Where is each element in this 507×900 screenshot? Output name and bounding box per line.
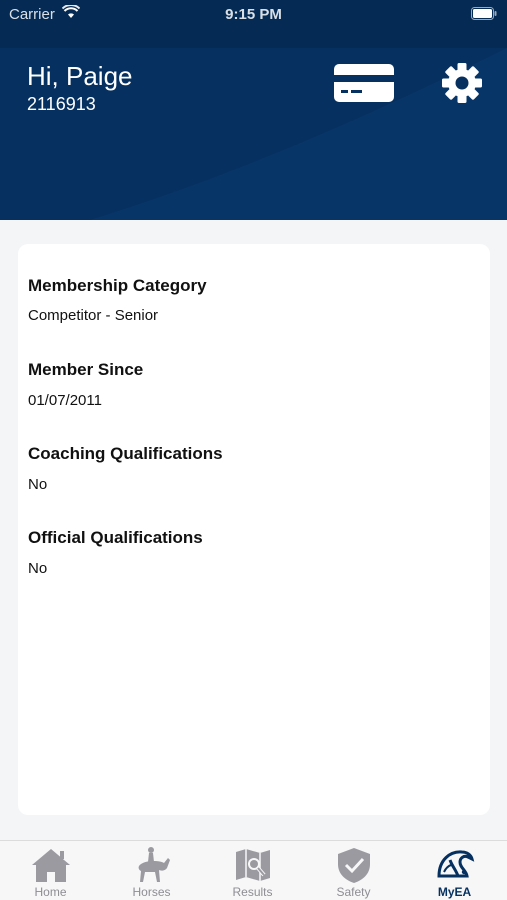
- tab-myea-label: MyEA: [437, 885, 472, 899]
- official-qualifications-value: No: [28, 560, 48, 577]
- tab-results[interactable]: Results: [202, 841, 303, 900]
- greeting: Hi, Paige: [27, 61, 133, 91]
- member-id: 2116913: [27, 94, 96, 114]
- coaching-qualifications-label: Coaching Qualifications: [28, 444, 223, 463]
- membership-card-button[interactable]: [333, 62, 395, 104]
- official-qualifications-label: Official Qualifications: [28, 528, 203, 547]
- myea-logo-icon: [437, 850, 475, 878]
- status-time: 9:15 PM: [225, 6, 282, 23]
- tab-bar: Home Horses Results Safety MyEA: [0, 840, 507, 900]
- gear-icon: [442, 63, 482, 103]
- tab-home-label: Home: [34, 885, 67, 899]
- tab-myea[interactable]: MyEA: [404, 841, 505, 900]
- tab-home[interactable]: Home: [0, 841, 101, 900]
- member-since-label: Member Since: [28, 360, 144, 379]
- membership-category-value: Competitor - Senior: [28, 307, 159, 324]
- tab-safety-label: Safety: [336, 885, 371, 899]
- screen: Carrier 9:15 PM Hi, Paige 2116913 Member…: [0, 0, 507, 900]
- tab-horses[interactable]: Horses: [101, 841, 202, 900]
- tab-results-label: Results: [232, 885, 273, 899]
- header: Carrier 9:15 PM Hi, Paige 2116913: [0, 0, 507, 220]
- dressage-rider-icon: [138, 847, 170, 882]
- settings-button[interactable]: [441, 62, 483, 104]
- tab-horses-label: Horses: [132, 885, 171, 899]
- shield-check-icon: [338, 848, 370, 883]
- home-icon: [32, 849, 70, 882]
- status-bar: Carrier 9:15 PM: [0, 0, 507, 30]
- coaching-qualifications-value: No: [28, 476, 48, 493]
- results-map-icon: [236, 849, 270, 881]
- battery-icon: [471, 7, 497, 20]
- tab-safety[interactable]: Safety: [303, 841, 404, 900]
- member-since-value: 01/07/2011: [28, 392, 102, 409]
- membership-details-card: Membership Category Competitor - Senior …: [18, 244, 490, 815]
- membership-category-label: Membership Category: [28, 276, 207, 295]
- membership-card-icon: [334, 64, 394, 102]
